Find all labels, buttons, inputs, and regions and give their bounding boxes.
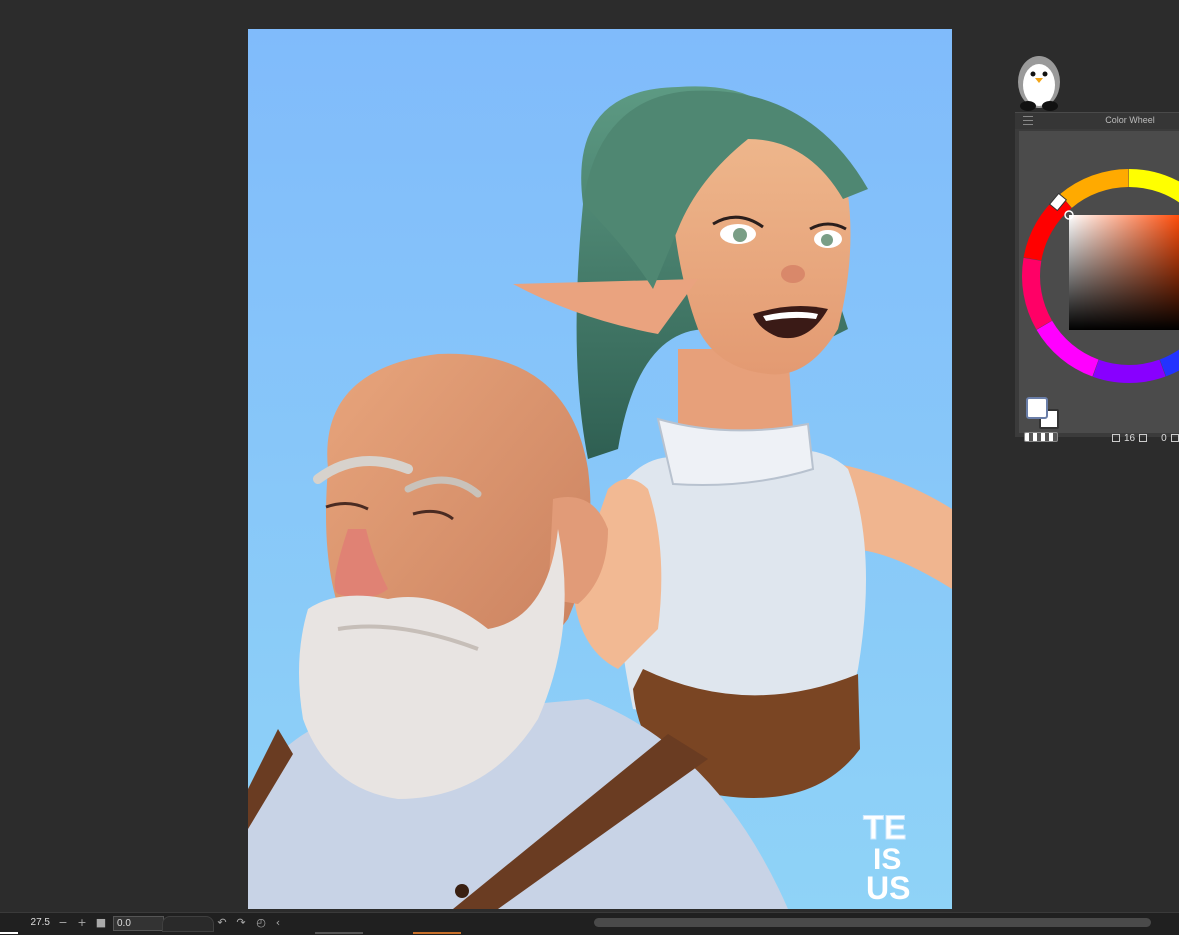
save-icon[interactable] — [1112, 434, 1120, 442]
transparent-color-swatch[interactable] — [1024, 432, 1058, 442]
zoom-out-button[interactable]: − — [56, 916, 70, 930]
panel-header[interactable]: Color Wheel — [1015, 113, 1179, 129]
color-wheel-panel: Color Wheel 16 0 — [1015, 112, 1179, 444]
rotate-left-icon[interactable]: ↶ — [215, 916, 229, 930]
opacity-icon[interactable] — [1170, 434, 1179, 442]
panel-title: Color Wheel — [1105, 115, 1155, 125]
main-color-swatch[interactable] — [1026, 397, 1048, 419]
reset-rotation-icon[interactable]: ◴ — [254, 916, 268, 930]
brush-size-value: 16 — [1124, 432, 1136, 444]
horizontal-scrollbar[interactable] — [594, 918, 1151, 927]
canvas-area[interactable]: TE IS US — [0, 0, 1179, 912]
artwork-canvas[interactable]: TE IS US — [248, 29, 952, 909]
painting-illustration: TE IS US — [248, 29, 952, 909]
signature-line-3: US — [866, 870, 910, 906]
rotation-slider[interactable] — [162, 916, 214, 932]
zoom-value[interactable]: 27.5 — [0, 917, 50, 930]
opacity-value: 0 — [1161, 432, 1167, 444]
value-row: 16 0 — [1112, 432, 1179, 444]
penguin-mascot-icon[interactable] — [1014, 52, 1064, 114]
rotate-right-icon[interactable]: ↷ — [234, 916, 248, 930]
size-icon[interactable] — [1139, 434, 1148, 442]
chevron-left-icon[interactable]: ‹ — [271, 916, 285, 930]
rotation-value[interactable]: 0.0 — [113, 916, 164, 931]
menu-icon[interactable] — [1023, 116, 1033, 126]
signature-line-1: TE — [863, 809, 906, 847]
fit-view-button[interactable]: ■ — [94, 916, 108, 930]
status-bar: 27.5 − + ■ 0.0 ↶ ↷ ◴ ‹ — [0, 912, 1179, 935]
panel-body: 16 0 — [1019, 131, 1179, 444]
color-wheel[interactable] — [1019, 131, 1179, 391]
zoom-in-button[interactable]: + — [75, 916, 89, 930]
